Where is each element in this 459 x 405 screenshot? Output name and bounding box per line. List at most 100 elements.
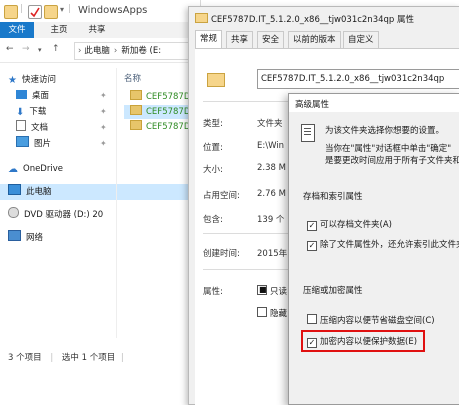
network-icon	[8, 230, 21, 241]
chevron-down-icon[interactable]: ▾	[60, 5, 64, 14]
checkbox-box	[307, 314, 317, 324]
dvd-icon	[8, 207, 19, 218]
archive-checkbox[interactable]: ✓ 可以存档文件夹(A)	[307, 218, 392, 231]
folder-icon	[130, 120, 142, 130]
tree-item-label: DVD 驱动器 (D:) 20	[24, 210, 104, 220]
pin-icon[interactable]: ✦	[100, 139, 107, 148]
divider	[203, 233, 293, 234]
file-row[interactable]: CEF5787D.I	[130, 120, 196, 134]
compress-checkbox[interactable]: 压缩内容以便节省磁盘空间(C)	[307, 314, 435, 326]
advanced-title: 高级属性	[295, 100, 330, 110]
pane-divider[interactable]	[116, 68, 117, 338]
status-item-count: 3 个项目	[8, 353, 42, 363]
value-location: E:\Win	[257, 141, 285, 151]
tree-item-onedrive[interactable]: ☁ OneDrive	[8, 161, 63, 177]
tab-security[interactable]: 安全	[257, 31, 285, 49]
pin-icon[interactable]: ✦	[100, 107, 107, 116]
readonly-label: 只读	[270, 287, 288, 297]
advanced-attributes-dialog: 高级属性 为该文件夹选择你想要的设置。 当你在"属性"对话框中单击"确定" 是要…	[288, 93, 459, 405]
tree-item-label: 图片	[34, 139, 52, 149]
tree-item-label: 桌面	[32, 91, 50, 101]
tree-item-downloads[interactable]: ⬇ 下载	[16, 104, 46, 120]
attributes-icon	[301, 124, 315, 142]
readonly-checkbox[interactable]: ■ 只读	[257, 285, 287, 297]
label-size: 大小:	[203, 165, 223, 175]
hidden-checkbox[interactable]: 隐藏	[257, 307, 287, 319]
checkbox-box: ✓	[307, 338, 317, 348]
advanced-intro: 为该文件夹选择你想要的设置。	[325, 126, 445, 136]
file-explorer-window: | ▾ | WindowsApps 文件 主页 共享 ← → ▾ ↑ › 此电脑 ›…	[0, 0, 208, 403]
chevron-right-icon: ›	[78, 46, 82, 56]
divider	[203, 269, 293, 270]
properties-title-bar: CEF5787D.IT_5.1.2.0_x86__tjw031c2n34qp 属…	[189, 7, 459, 31]
tree-item-documents[interactable]: 文档	[16, 120, 48, 136]
group-archive-index: 存档和索引属性	[303, 192, 363, 202]
folder-icon	[130, 90, 142, 100]
tree-item-pictures[interactable]: 图片	[16, 136, 51, 152]
checkbox-box	[257, 307, 267, 317]
encrypt-checkbox[interactable]: ✓ 加密内容以便保护数据(E)	[307, 335, 417, 348]
advanced-title-bar: 高级属性	[289, 94, 459, 112]
pin-icon[interactable]: ✦	[100, 91, 107, 100]
address-bar-row: ← → ▾ ↑ › 此电脑 › 新加卷 (E:	[0, 38, 200, 63]
separator: |	[120, 353, 124, 363]
label-attributes: 属性:	[203, 287, 223, 297]
value-size-on-disk: 2.76 M	[257, 189, 286, 199]
status-bar: 3 个项目 | 选中 1 个项目 |	[0, 346, 200, 370]
tree-item-label: 文档	[31, 123, 49, 133]
tree-item-quick-access[interactable]: ★ 快速访问	[8, 72, 56, 88]
tab-general[interactable]: 常规	[195, 30, 223, 49]
new-folder-icon[interactable]	[44, 5, 58, 19]
forward-arrow-icon[interactable]: →	[22, 44, 30, 54]
tab-home[interactable]: 主页	[46, 22, 72, 38]
tab-previous-versions[interactable]: 以前的版本	[288, 31, 341, 49]
properties-quick-icon[interactable]	[28, 5, 42, 19]
pictures-icon	[16, 136, 29, 147]
tree-item-dvd-drive[interactable]: DVD 驱动器 (D:) 20	[8, 207, 103, 223]
index-label: 除了文件属性外，还允许索引此文件夹	[320, 240, 459, 250]
folder-icon	[130, 105, 142, 115]
ribbon-tabs: 文件 主页 共享	[0, 22, 200, 39]
folder-icon	[195, 13, 208, 23]
folder-name-input[interactable]: CEF5787D.IT_5.1.2.0_x86__tjw031c2n34qp	[257, 69, 459, 89]
checkbox-box: ■	[257, 285, 267, 295]
chevron-right-icon: ›	[113, 46, 118, 56]
tab-share[interactable]: 共享	[84, 22, 110, 38]
document-icon	[16, 120, 26, 131]
pin-icon[interactable]: ✦	[100, 123, 107, 132]
encrypt-label: 加密内容以便保护数据(E)	[320, 337, 418, 347]
window-title: WindowsApps	[78, 5, 148, 16]
folder-large-icon	[207, 73, 225, 87]
back-arrow-icon[interactable]: ←	[6, 44, 14, 54]
desktop-icon	[16, 90, 27, 99]
file-row[interactable]: CEF5787D.I	[130, 90, 196, 104]
separator: |	[50, 353, 54, 363]
breadcrumb-volume[interactable]: 新加卷 (E:	[121, 46, 161, 56]
tree-item-label: 此电脑	[26, 187, 52, 197]
tree-item-label: 下载	[29, 107, 47, 117]
checkbox-box: ✓	[307, 241, 317, 251]
label-type: 类型:	[203, 119, 223, 129]
up-arrow-icon[interactable]: ↑	[52, 44, 60, 54]
properties-title: CEF5787D.IT_5.1.2.0_x86__tjw031c2n34qp 属…	[211, 15, 415, 25]
value-created: 2015年	[257, 249, 288, 259]
value-contains: 139 个	[257, 215, 285, 225]
tree-item-network[interactable]: 网络	[8, 230, 43, 246]
tab-customize[interactable]: 自定义	[343, 31, 379, 49]
tree-item-desktop[interactable]: 桌面	[16, 88, 49, 104]
divider	[203, 101, 293, 102]
archive-label: 可以存档文件夹(A)	[320, 220, 392, 230]
separator: |	[20, 4, 23, 14]
tab-file[interactable]: 文件	[0, 22, 34, 38]
tab-sharing[interactable]: 共享	[226, 31, 254, 49]
address-box[interactable]: › 此电脑 › 新加卷 (E:	[74, 42, 200, 60]
column-header-name[interactable]: 名称	[124, 72, 141, 84]
index-checkbox[interactable]: ✓ 除了文件属性外，还允许索引此文件夹	[307, 238, 459, 251]
breadcrumb-this-pc[interactable]: 此电脑	[84, 46, 110, 56]
star-icon: ★	[8, 75, 17, 86]
label-size-on-disk: 占用空间:	[203, 191, 240, 201]
explorer-title-bar: | ▾ | WindowsApps	[0, 0, 200, 22]
compress-label: 压缩内容以便节省磁盘空间(C)	[320, 316, 435, 326]
tree-item-this-pc[interactable]: 此电脑	[0, 184, 208, 200]
chevron-down-icon[interactable]: ▾	[38, 46, 42, 54]
